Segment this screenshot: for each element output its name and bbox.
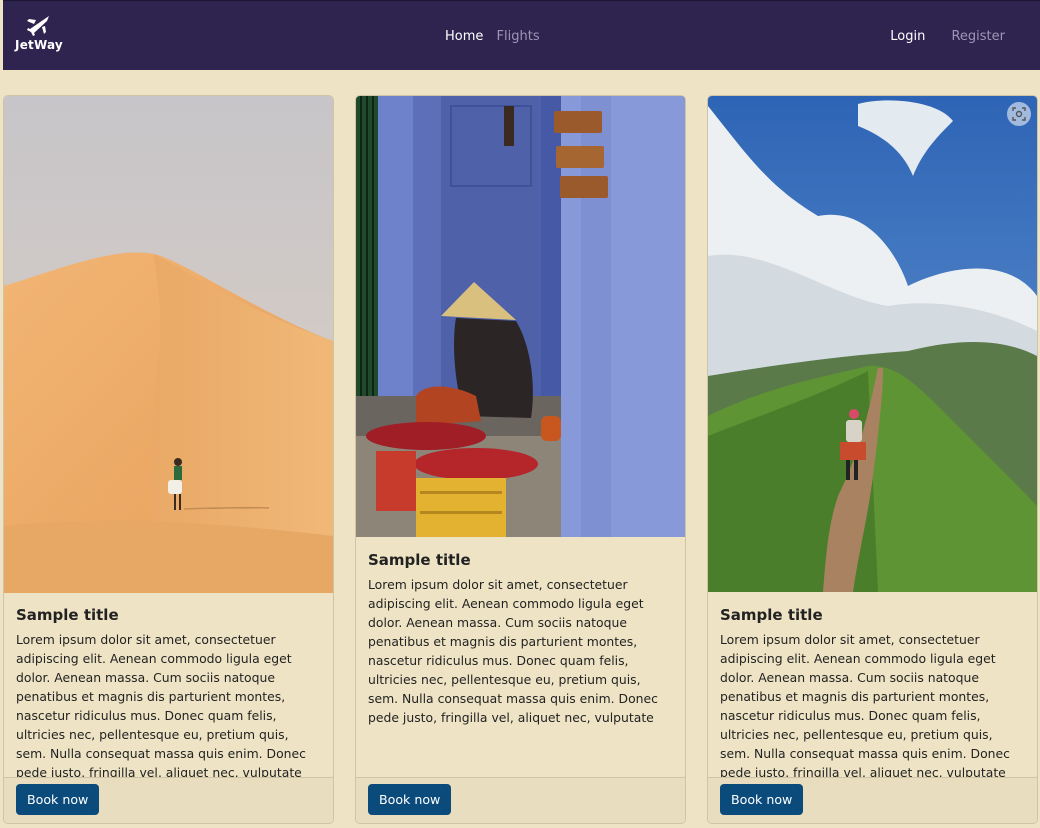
- card-body: Sample title Lorem ipsum dolor sit amet,…: [720, 606, 1025, 782]
- register-link[interactable]: Register: [951, 29, 1005, 44]
- brand-name: JetWay: [15, 38, 63, 52]
- lens-icon[interactable]: [1007, 102, 1031, 126]
- destination-card: Sample title Lorem ipsum dolor sit amet,…: [707, 95, 1038, 824]
- street-vendor-photo: [356, 96, 685, 537]
- nav-home-link[interactable]: Home: [445, 29, 483, 44]
- card-title: Sample title: [720, 606, 823, 624]
- destination-card: Sample title Lorem ipsum dolor sit amet,…: [355, 95, 686, 824]
- card-footer: Book now: [356, 777, 685, 823]
- navbar: JetWay Home Flights Login Register: [3, 0, 1040, 70]
- book-now-button[interactable]: Book now: [16, 784, 100, 815]
- airplane-icon: [27, 16, 49, 36]
- card-text: Lorem ipsum dolor sit amet, consectetuer…: [16, 632, 306, 780]
- card-text: Lorem ipsum dolor sit amet, consectetuer…: [720, 632, 1010, 780]
- card-body: Sample title Lorem ipsum dolor sit amet,…: [368, 551, 673, 727]
- nav-flights-link[interactable]: Flights: [497, 29, 540, 44]
- card-title: Sample title: [368, 551, 471, 569]
- desert-dune-photo: [4, 96, 333, 593]
- destination-card: Sample title Lorem ipsum dolor sit amet,…: [3, 95, 334, 824]
- mountain-trail-photo: [708, 96, 1037, 592]
- card-text: Lorem ipsum dolor sit amet, consectetuer…: [368, 577, 658, 725]
- card-title: Sample title: [16, 606, 119, 624]
- auth-nav: Login Register: [868, 29, 1005, 44]
- brand-logo[interactable]: JetWay: [14, 15, 64, 57]
- card-footer: Book now: [708, 777, 1037, 823]
- card-footer: Book now: [4, 777, 333, 823]
- book-now-button[interactable]: Book now: [368, 784, 452, 815]
- card-body: Sample title Lorem ipsum dolor sit amet,…: [16, 606, 321, 782]
- main-nav: Home Flights: [445, 29, 549, 44]
- login-link[interactable]: Login: [890, 29, 925, 44]
- book-now-button[interactable]: Book now: [720, 784, 804, 815]
